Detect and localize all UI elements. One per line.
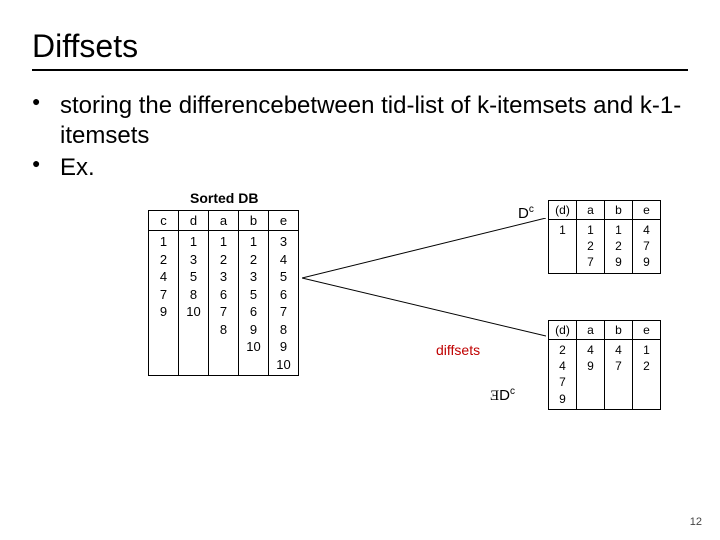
tid-col-e: 479 (633, 220, 661, 274)
sorted-db-caption: Sorted DB (190, 190, 258, 206)
tid-col-b: 129 (605, 220, 633, 274)
connector-lines (302, 218, 546, 388)
bullet-example: Ex. (32, 153, 688, 183)
partial-dc-label: ƎDc (490, 386, 515, 405)
dc-label: Dc (518, 204, 534, 222)
dc-base: D (518, 205, 529, 222)
diff-header-b: b (605, 321, 633, 340)
slide-title: Diffsets (32, 28, 688, 65)
tid-header-a: a (577, 201, 605, 220)
bullet-storing: storing the differencebetween tid-list o… (32, 91, 688, 151)
sorted-header-a: a (209, 211, 239, 231)
sorted-header-b: b (239, 211, 269, 231)
diffsets-table: (d) a b e 2479 49 47 12 (548, 320, 661, 410)
diff-header-d: (d) (549, 321, 577, 340)
diff-col-e: 12 (633, 340, 661, 410)
diff-col-b: 47 (605, 340, 633, 410)
diagram-area: Sorted DB c d a b e 12479 135810 123678 … (0, 190, 720, 500)
partial-d: D (499, 387, 510, 404)
diff-header-e: e (633, 321, 661, 340)
diff-header-a: a (577, 321, 605, 340)
sorted-header-e: e (269, 211, 299, 231)
diffsets-label: diffsets (436, 342, 480, 358)
tid-header-e: e (633, 201, 661, 220)
sorted-col-e: 345678910 (269, 231, 299, 376)
sorted-header-c: c (149, 211, 179, 231)
sorted-col-b: 12356910 (239, 231, 269, 376)
sorted-col-c: 12479 (149, 231, 179, 376)
tid-header-b: b (605, 201, 633, 220)
partial-sup: c (510, 386, 515, 397)
tidlist-table: (d) a b e 1 127 129 479 (548, 200, 661, 274)
tid-col-d: 1 (549, 220, 577, 274)
partial-symbol: Ǝ (490, 388, 499, 404)
title-rule (32, 69, 688, 71)
tid-header-d: (d) (549, 201, 577, 220)
sorted-col-d: 135810 (179, 231, 209, 376)
sorted-col-a: 123678 (209, 231, 239, 376)
sorted-db-table: c d a b e 12479 135810 123678 12356910 3… (148, 210, 299, 376)
page-number: 12 (690, 516, 702, 528)
sorted-header-d: d (179, 211, 209, 231)
diff-col-a: 49 (577, 340, 605, 410)
dc-sup: c (529, 204, 534, 215)
tid-col-a: 127 (577, 220, 605, 274)
diff-col-d: 2479 (549, 340, 577, 410)
